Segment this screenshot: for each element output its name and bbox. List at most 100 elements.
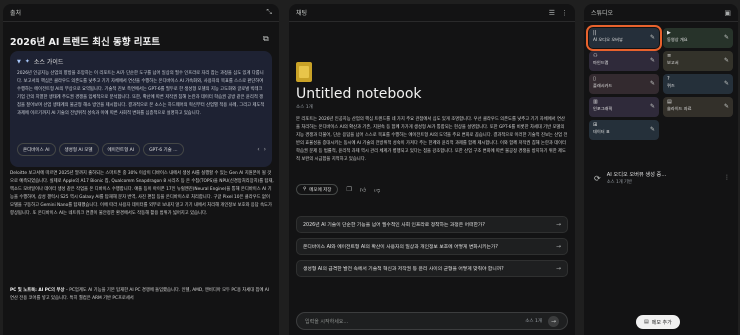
studio-tile-label: 퀴즈	[667, 83, 675, 88]
collapse-panel-icon[interactable]: ⤡	[266, 8, 272, 17]
source-content: Deloitte 보고서에 따르면 2025년 말까지 출하되는 스마트폰 중 …	[10, 171, 274, 216]
topic-chip[interactable]: 생성형 AI 모델	[58, 143, 99, 156]
studio-panel: 스튜디오 ▣ || AI 오디오 오버뷰 ✎ ▶ 동영상 개요 ✎ ⚇ 마인드맵 ✎ ≡ 보고서 ✎ ▯…	[584, 4, 738, 335]
topic-chip[interactable]: 에이전트형 AI	[101, 143, 141, 156]
generating-subtitle: 소스 1개 기반	[606, 180, 632, 185]
studio-tile[interactable]: ▤ 슬라이드 자료 ✎	[663, 97, 733, 117]
edit-pencil-icon[interactable]: ✎	[650, 34, 655, 41]
arrow-right-icon: →	[555, 265, 561, 272]
sources-panel: 출처 ⤡ 2026년 AI 트렌드 최신 동향 리포트 ⧉ ▼ ✦ 소스 가이드…	[3, 4, 279, 335]
studio-tile-icon: ||	[593, 30, 597, 36]
edit-pencil-icon[interactable]: ✎	[724, 34, 729, 41]
thumbs-up-icon[interactable]: 👍︎	[360, 186, 366, 194]
edit-pencil-icon[interactable]: ✎	[650, 57, 655, 64]
studio-tile[interactable]: ▶ 동영상 개요 ✎	[663, 28, 733, 48]
edit-pencil-icon[interactable]: ✎	[650, 126, 655, 133]
source-guide-header[interactable]: ▼ ✦ 소스 가이드	[17, 57, 265, 66]
studio-tile-icon: ⚇	[593, 53, 598, 59]
studio-tile-label: 데이터 표	[593, 129, 610, 134]
studio-tile-label: 동영상 개요	[667, 37, 688, 42]
studio-tile-icon: ?	[667, 76, 670, 82]
studio-tile-icon: ▥	[593, 99, 598, 105]
topic-chip[interactable]: 온디바이스 AI	[17, 143, 56, 156]
notebook-icon	[296, 62, 312, 82]
studio-tile-label: 플래시카드	[593, 83, 613, 88]
add-note-label: 메모 추가	[651, 319, 672, 326]
studio-tile[interactable]: ≡ 보고서 ✎	[663, 51, 733, 71]
topic-chips: 온디바이스 AI 생성형 AI 모델 에이전트형 AI GPT-6 기술 ...	[17, 143, 184, 156]
studio-tiles: || AI 오디오 오버뷰 ✎ ▶ 동영상 개요 ✎ ⚇ 마인드맵 ✎ ≡ 보고서 ✎ ▯ 플래시카드 ✎?…	[586, 25, 733, 140]
chat-panel: 채팅 ☰ ⋮ Untitled notebook 소스 1개 본 리포트는 20…	[289, 4, 575, 335]
studio-tile-label: 슬라이드 자료	[667, 106, 692, 111]
studio-header: 스튜디오 ▣	[584, 4, 738, 22]
suggested-question-text: 온디바이스 AI와 에이전트형 AI의 확산이 사용자의 일상과 개인정보 보호…	[303, 245, 498, 250]
suggested-question-text: 2026년 AI 기술이 단순한 기능을 넘어 필수적인 사회 인프라로 정착하…	[303, 223, 485, 228]
notebook-summary: 본 리포트는 2026년 인공지능 산업의 핵심 트렌드를 네 가지 주요 관점…	[296, 117, 568, 162]
edit-pencil-icon[interactable]: ✎	[650, 80, 655, 87]
more-vertical-icon[interactable]: ⋮	[561, 9, 568, 17]
section-heading: PC 및 노트북: AI PC의 부상	[10, 288, 65, 293]
studio-tile[interactable]: ⚇ 마인드맵 ✎	[589, 51, 659, 71]
app-root: 출처 ⤡ 2026년 AI 트렌드 최신 동향 리포트 ⧉ ▼ ✦ 소스 가이드…	[0, 0, 740, 335]
studio-tile-label: AI 오디오 오버뷰	[593, 37, 623, 42]
edit-pencil-icon[interactable]: ✎	[724, 103, 729, 110]
arrow-right-icon: →	[555, 221, 561, 228]
suggested-question[interactable]: 2026년 AI 기술이 단순한 기능을 넘어 필수적인 사회 인프라로 정착하…	[296, 216, 568, 233]
add-note-button[interactable]: ▤ 메모 추가	[636, 315, 680, 329]
chat-header-title: 채팅	[296, 10, 308, 17]
studio-tile[interactable]: || AI 오디오 오버뷰 ✎	[586, 25, 662, 51]
studio-tile[interactable]: ? 퀴즈 ✎	[663, 74, 733, 94]
studio-tile-icon: ⊞	[593, 122, 598, 128]
studio-tile-label: 인포그래픽	[593, 106, 613, 111]
studio-tile-icon: ≡	[667, 53, 672, 59]
suggested-question-text: 생성형 AI의 급격한 발전 속에서 기술적 혁신과 저작권 등 윤리 사이의 …	[303, 267, 504, 272]
copy-icon[interactable]: ❐	[346, 186, 351, 193]
chat-input-placeholder: 입력을 시작하세요...	[305, 318, 349, 325]
suggested-question[interactable]: 생성형 AI의 급격한 발전 속에서 기술적 혁신과 저작권 등 윤리 사이의 …	[296, 260, 568, 277]
studio-header-title: 스튜디오	[591, 10, 614, 17]
studio-tile[interactable]: ▥ 인포그래픽 ✎	[589, 97, 659, 117]
collapse-panel-icon[interactable]: ▣	[724, 9, 731, 17]
chat-header: 채팅 ☰ ⋮	[289, 4, 575, 22]
generating-item: ⟳ AI 오디오 오버뷰 생성 중... 소스 1개 기반 ⋮	[594, 172, 730, 185]
source-guide-title: 소스 가이드	[33, 59, 64, 66]
edit-pencil-icon[interactable]: ✎	[650, 103, 655, 110]
sources-header-title: 출처	[10, 10, 22, 17]
note-icon: ▤	[644, 319, 649, 325]
input-source-count: 소스 1개	[525, 319, 542, 324]
source-title: 2026년 AI 트렌드 최신 동향 리포트	[10, 37, 161, 48]
chip-scroll: ‹ ›	[257, 146, 266, 153]
sources-header: 출처 ⤡	[3, 4, 279, 22]
settings-sliders-icon[interactable]: ☰	[549, 9, 555, 17]
studio-tile-icon: ▶	[667, 30, 671, 36]
arrow-right-icon: →	[555, 243, 561, 250]
chevron-down-icon: ▼	[17, 58, 21, 65]
studio-tile[interactable]: ⊞ 데이터 표 ✎	[589, 120, 659, 140]
edit-pencil-icon[interactable]: ✎	[724, 57, 729, 64]
studio-tile[interactable]: ▯ 플래시카드 ✎	[589, 74, 659, 94]
sparkle-icon: ✦	[24, 58, 30, 65]
studio-tile-label: 보고서	[667, 60, 679, 65]
studio-tile-icon: ▯	[593, 76, 596, 82]
source-guide-summary: 2026년 인공지능 산업의 향방을 조망하는 이 리포트는 AI가 단순한 도…	[17, 71, 265, 116]
chevron-right-icon[interactable]: ›	[264, 146, 266, 153]
thumbs-down-icon[interactable]: 👎︎	[374, 186, 380, 194]
source-content-section: PC 및 노트북: AI PC의 부상 – PC업계도 AI 기능을 기본 탑재…	[10, 287, 274, 335]
open-external-icon[interactable]: ⧉	[263, 34, 269, 44]
studio-tile-icon: ▤	[667, 99, 672, 105]
generating-title: AI 오디오 오버뷰 생성 중...	[606, 172, 667, 178]
save-to-note-button[interactable]: ⚲ 메모에 저장	[296, 184, 339, 195]
send-arrow-icon[interactable]: →	[548, 315, 559, 327]
loading-refresh-icon: ⟳	[594, 174, 601, 183]
topic-chip[interactable]: GPT-6 기술 ...	[143, 143, 184, 156]
chevron-left-icon[interactable]: ‹	[257, 146, 259, 153]
notebook-title: Untitled notebook	[296, 86, 422, 102]
edit-pencil-icon[interactable]: ✎	[724, 80, 729, 87]
studio-tile-label: 마인드맵	[593, 60, 609, 65]
source-guide: ▼ ✦ 소스 가이드 2026년 인공지능 산업의 향방을 조망하는 이 리포트…	[10, 51, 272, 167]
source-count: 소스 1개	[296, 105, 313, 110]
more-vertical-icon[interactable]: ⋮	[724, 174, 730, 181]
chat-input[interactable]: 입력을 시작하세요... 소스 1개 →	[296, 312, 568, 330]
summary-actions: ⚲ 메모에 저장 ❐ 👍︎ 👎︎	[296, 184, 380, 195]
suggested-question[interactable]: 온디바이스 AI와 에이전트형 AI의 확산이 사용자의 일상과 개인정보 보호…	[296, 238, 568, 255]
